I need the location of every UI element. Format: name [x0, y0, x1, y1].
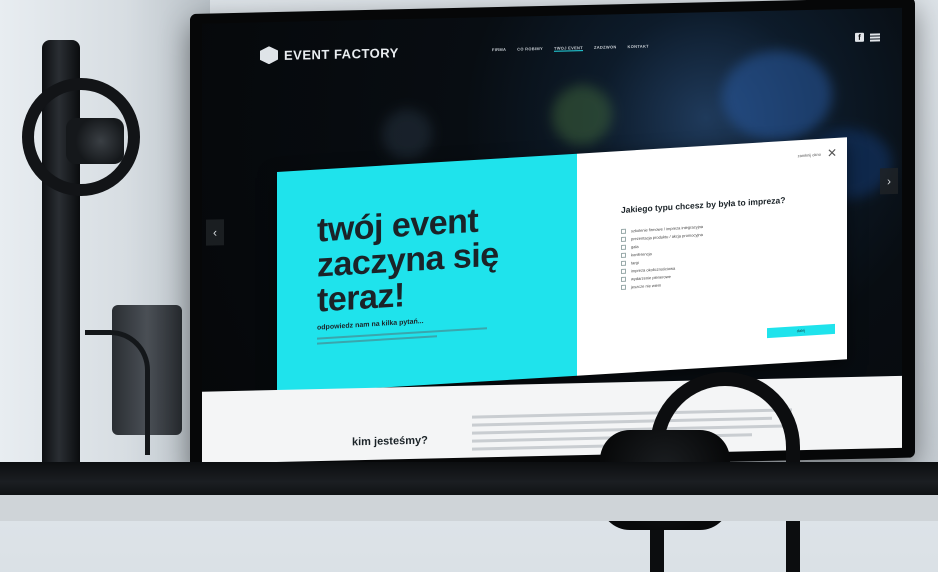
modal-subheadline: odpowiedz nam na kilka pytań...	[317, 318, 424, 332]
section-heading: kim jesteśmy?	[352, 434, 428, 449]
menu-item-active[interactable]: TWOJ EVENT	[553, 45, 583, 52]
site-logo[interactable]: EVENT FACTORY	[260, 43, 399, 64]
menu-item[interactable]: FIRMA	[492, 47, 506, 53]
checkbox[interactable]	[621, 228, 626, 234]
bokeh-light	[382, 108, 432, 160]
form-question: Jakiego typu chcesz by była to impreza?	[621, 194, 786, 216]
cable	[85, 330, 150, 455]
checkbox[interactable]	[621, 268, 626, 274]
cube-logo-icon	[260, 46, 278, 64]
option-label: jeszcze nie wiem	[631, 282, 662, 289]
event-type-options: szkolenie firmowe / impreza integracyjna…	[621, 222, 703, 291]
website-screen: EVENT FACTORY FIRMA CO ROBIMY TWOJ EVENT…	[202, 7, 902, 464]
camera	[66, 118, 124, 164]
menu-item[interactable]: KONTAKT	[628, 44, 649, 50]
checkbox[interactable]	[621, 284, 626, 290]
checkbox[interactable]	[621, 236, 626, 242]
menu-item[interactable]: CO ROBIMY	[517, 46, 543, 53]
close-icon[interactable]: ✕	[827, 146, 837, 161]
modal-form-panel: zamknij okno ✕ Jakiego typu chcesz by by…	[577, 137, 847, 376]
next-button[interactable]: dalej	[767, 323, 835, 339]
modal-close[interactable]: zamknij okno ✕	[797, 146, 837, 161]
option-label: targi	[631, 259, 639, 265]
desk-surface	[0, 495, 938, 521]
checkbox[interactable]	[621, 260, 626, 266]
close-label: zamknij okno	[797, 151, 821, 158]
checkbox[interactable]	[621, 276, 626, 282]
modal-hero-panel: twój event zaczyna się teraz! odpowiedz …	[277, 153, 577, 395]
header-icons: f	[855, 32, 880, 42]
hamburger-menu-icon[interactable]	[870, 32, 880, 42]
bokeh-light	[552, 84, 612, 146]
event-modal: twój event zaczyna się teraz! odpowiedz …	[277, 137, 847, 395]
main-menu: FIRMA CO ROBIMY TWOJ EVENT ZADZWON KONTA…	[492, 44, 649, 54]
slider-next-arrow[interactable]: ›	[880, 167, 898, 195]
slider-prev-arrow[interactable]: ‹	[206, 219, 224, 246]
brand-name: EVENT FACTORY	[284, 44, 399, 63]
facebook-icon[interactable]: f	[855, 32, 864, 42]
monitor: EVENT FACTORY FIRMA CO ROBIMY TWOJ EVENT…	[190, 0, 915, 474]
modal-headline: twój event zaczyna się teraz!	[317, 201, 499, 320]
checkbox[interactable]	[621, 252, 626, 258]
checkbox[interactable]	[621, 244, 626, 250]
option-label: gala	[631, 243, 639, 249]
menu-item[interactable]: ZADZWON	[594, 44, 617, 51]
option-label: konferencja	[631, 250, 652, 257]
